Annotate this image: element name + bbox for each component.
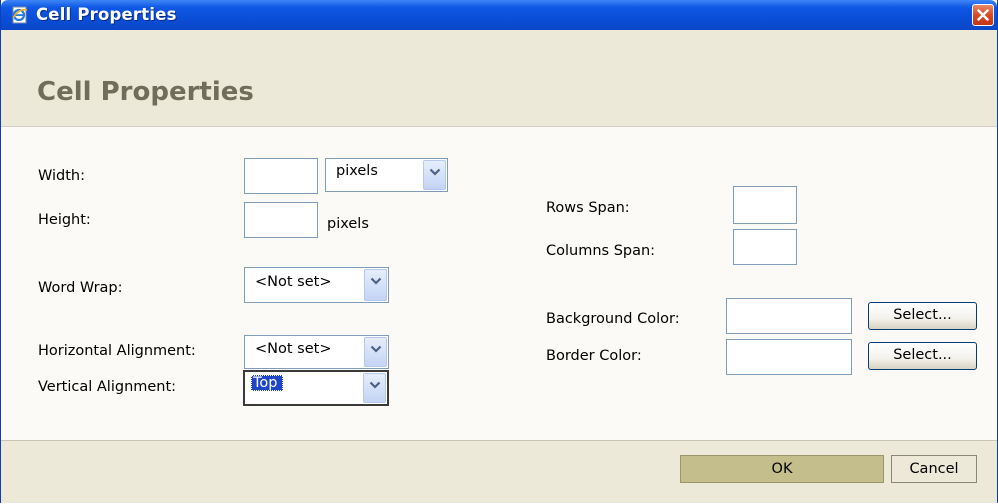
background-color-input[interactable] [726, 298, 852, 334]
horizontal-alignment-value: <Not set> [255, 341, 332, 357]
header-divider [1, 126, 997, 127]
page-title: Cell Properties [37, 77, 254, 107]
height-input[interactable] [244, 202, 318, 238]
vertical-alignment-dropdown-button[interactable] [363, 373, 386, 403]
columns-span-input[interactable] [733, 229, 797, 265]
horizontal-alignment-dropdown-button[interactable] [364, 337, 387, 367]
chevron-down-icon [369, 381, 381, 389]
height-unit-label: pixels [327, 216, 369, 232]
width-input[interactable] [244, 158, 318, 194]
chevron-down-icon [429, 168, 441, 176]
vertical-alignment-select[interactable]: Top [243, 370, 389, 406]
cancel-label: Cancel [909, 461, 959, 477]
width-unit-value: pixels [336, 163, 378, 179]
width-label: Width: [38, 168, 86, 184]
close-icon [977, 9, 989, 21]
border-color-input[interactable] [726, 339, 852, 375]
background-color-select-label: Select... [893, 307, 952, 323]
border-color-label: Border Color: [546, 348, 642, 364]
columns-span-label: Columns Span: [546, 243, 656, 259]
title-bar[interactable]: Cell Properties [1, 0, 997, 30]
word-wrap-label: Word Wrap: [38, 280, 123, 296]
chevron-down-icon [370, 345, 382, 353]
close-button[interactable] [972, 4, 994, 26]
background-color-label: Background Color: [546, 311, 680, 327]
horizontal-alignment-select[interactable]: <Not set> [244, 335, 389, 369]
cell-properties-dialog: Cell Properties Cell Properties Width: p… [0, 0, 998, 503]
border-color-select-button[interactable]: Select... [868, 342, 977, 370]
ie-page-icon [10, 5, 30, 25]
word-wrap-value: <Not set> [255, 274, 332, 290]
word-wrap-select[interactable]: <Not set> [244, 267, 389, 303]
chevron-down-icon [370, 277, 382, 285]
border-color-select-label: Select... [893, 347, 952, 363]
rows-span-label: Rows Span: [546, 200, 630, 216]
window-title: Cell Properties [36, 5, 177, 24]
rows-span-input[interactable] [733, 186, 797, 224]
horizontal-alignment-label: Horizontal Alignment: [38, 343, 196, 359]
height-label: Height: [38, 212, 91, 228]
cancel-button[interactable]: Cancel [891, 455, 977, 483]
word-wrap-dropdown-button[interactable] [364, 269, 387, 301]
width-unit-select[interactable]: pixels [325, 158, 448, 192]
vertical-alignment-label: Vertical Alignment: [38, 379, 177, 395]
header-top-strip [1, 30, 997, 72]
ok-label: OK [771, 461, 793, 477]
background-color-select-button[interactable]: Select... [868, 302, 977, 330]
vertical-alignment-value: Top [251, 375, 284, 391]
ok-button[interactable]: OK [680, 455, 884, 483]
width-unit-dropdown-button[interactable] [423, 160, 446, 190]
